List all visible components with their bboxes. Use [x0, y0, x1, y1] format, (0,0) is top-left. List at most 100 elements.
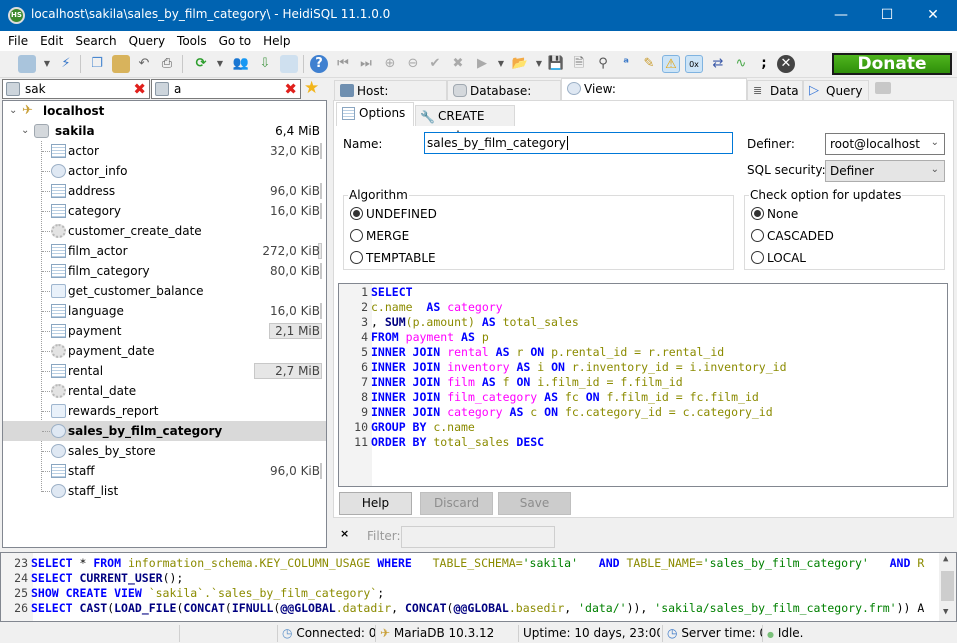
first-record-icon[interactable]: ⏮ [334, 55, 352, 73]
radio-merge[interactable]: MERGE [350, 229, 409, 243]
menu-search[interactable]: Search [69, 31, 122, 51]
user-manager-icon[interactable]: 👥 [232, 55, 250, 73]
radio-local[interactable]: LOCAL [751, 251, 806, 265]
minimize-button[interactable]: — [818, 0, 864, 31]
delimiter-icon[interactable]: ; [755, 55, 773, 73]
menu-query[interactable]: Query [123, 31, 171, 51]
export-icon[interactable] [280, 55, 298, 73]
scroll-thumb[interactable] [941, 571, 954, 601]
tree-item[interactable]: customer_create_date [3, 221, 326, 241]
subtab-options[interactable]: Options [336, 102, 414, 126]
sql-editor[interactable]: 1 SELECT 2 c.name AS category 3, SUM(p.amoun… [338, 283, 948, 487]
tree-item[interactable]: actor 32,0 KiB [3, 141, 326, 161]
tree-item[interactable]: film_actor 272,0 KiB [3, 241, 326, 261]
last-record-icon[interactable]: ⏭ [357, 55, 375, 73]
cancel-record-icon[interactable]: ✖ [449, 55, 467, 73]
explain-icon[interactable]: ∿ [732, 55, 750, 73]
insert-record-icon[interactable]: ⊕ [381, 55, 399, 73]
tree-item[interactable]: sales_by_store [3, 441, 326, 461]
tree-item[interactable]: actor_info [3, 161, 326, 181]
tree-item[interactable]: language 16,0 KiB [3, 301, 326, 321]
find-icon[interactable]: ⚲ [594, 55, 612, 73]
stop-query-icon[interactable]: ✕ [777, 55, 795, 73]
tree-item[interactable]: address 96,0 KiB [3, 181, 326, 201]
database-filter-input[interactable]: sak [25, 82, 46, 96]
tree-item[interactable]: category 16,0 KiB [3, 201, 326, 221]
radio-temptable[interactable]: TEMPTABLE [350, 251, 436, 265]
session-dropdown-icon[interactable]: ▼ [38, 55, 56, 73]
refresh-dropdown-icon[interactable]: ▼ [211, 55, 229, 73]
undo-icon[interactable]: ↶ [135, 55, 153, 73]
expand-chevron-icon[interactable]: ⌄ [9, 101, 17, 121]
tree-item[interactable]: payment 2,1 MiB [3, 321, 326, 341]
donate-button[interactable]: Donate [832, 53, 952, 75]
disconnect-icon[interactable]: ⚡ [57, 55, 75, 73]
tree-item[interactable]: staff_list [3, 481, 326, 501]
save-button[interactable]: Save [498, 492, 571, 515]
menu-tools[interactable]: Tools [171, 31, 213, 51]
print-icon[interactable]: ⎙ [158, 55, 176, 73]
tree-node-sakila[interactable]: ⌄ sakila 6,4 MiB [3, 121, 326, 141]
definer-select[interactable]: root@localhost ⌄ [825, 133, 945, 155]
new-query-tab-icon[interactable] [875, 82, 891, 94]
help-icon[interactable]: ? [310, 55, 328, 73]
scroll-down-icon[interactable]: ▼ [943, 607, 948, 617]
expand-chevron-icon[interactable]: ⌄ [21, 121, 29, 141]
save-snippet-icon[interactable]: 🗎 [570, 55, 588, 73]
database-tree[interactable]: ⌄ ✈ localhost ⌄ sakila 6,4 MiB actor 32,0… [2, 100, 327, 548]
replace-icon[interactable]: ᵃ [617, 55, 635, 73]
execute-dropdown-icon[interactable]: ▼ [492, 55, 510, 73]
favorites-star-icon[interactable]: ★ [304, 78, 319, 98]
wrap-icon[interactable]: ⇄ [709, 55, 727, 73]
tab-database[interactable]: Database: sakila [447, 80, 561, 118]
subtab-create-code[interactable]: 🔧 CREATE code [415, 105, 515, 143]
delete-record-icon[interactable]: ⊖ [404, 55, 422, 73]
filter-input[interactable] [401, 526, 555, 548]
database-filter[interactable]: sak ✖ [2, 79, 150, 99]
radio-cascaded[interactable]: CASCADED [751, 229, 834, 243]
tab-data[interactable]: ≣ Data [747, 80, 803, 100]
close-filter-icon[interactable]: × [340, 527, 349, 540]
help-button[interactable]: Help [339, 492, 412, 515]
stop-on-error-icon[interactable]: ⚠ [662, 55, 680, 73]
scroll-up-icon[interactable]: ▲ [943, 554, 948, 564]
tree-item[interactable]: film_category 80,0 KiB [3, 261, 326, 281]
refresh-icon[interactable]: ⟳ [192, 55, 210, 73]
session-manager-icon[interactable] [18, 55, 36, 73]
paste-icon[interactable] [112, 55, 130, 73]
table-filter-input[interactable]: a [174, 82, 181, 96]
load-dropdown-icon[interactable]: ▼ [530, 55, 548, 73]
menu-edit[interactable]: Edit [34, 31, 69, 51]
reformat-icon[interactable]: ✎ [640, 55, 658, 73]
menu-help[interactable]: Help [257, 31, 296, 51]
load-sql-icon[interactable]: 📂 [511, 55, 529, 73]
sql-security-select[interactable]: Definer ⌄ [825, 160, 945, 182]
menu-file[interactable]: File [2, 31, 34, 51]
radio-undefined[interactable]: UNDEFINED [350, 207, 437, 221]
maximize-button[interactable]: ☐ [864, 0, 910, 31]
tab-view[interactable]: View: sales_by_film_category [561, 78, 747, 116]
tree-item[interactable]: rewards_report [3, 401, 326, 421]
menu-goto[interactable]: Go to [213, 31, 258, 51]
sql-log[interactable]: 23 SELECT * FROM information_schema.KEY_C… [0, 552, 957, 622]
log-scrollbar[interactable]: ▲ ▼ [939, 553, 956, 621]
tree-item[interactable]: payment_date [3, 341, 326, 361]
execute-icon[interactable]: ▶ [473, 55, 491, 73]
table-filter[interactable]: a ✖ [151, 79, 301, 99]
clear-database-filter-icon[interactable]: ✖ [133, 80, 146, 98]
tree-node-localhost[interactable]: ⌄ ✈ localhost [3, 101, 326, 121]
radio-none[interactable]: None [751, 207, 798, 221]
copy-icon[interactable]: ❐ [88, 55, 106, 73]
tree-item[interactable]: rental 2,7 MiB [3, 361, 326, 381]
save-sql-icon[interactable]: 💾 [547, 55, 565, 73]
post-record-icon[interactable]: ✔ [426, 55, 444, 73]
close-button[interactable]: ✕ [910, 0, 956, 31]
tree-item[interactable]: rental_date [3, 381, 326, 401]
name-input[interactable]: sales_by_film_category [424, 132, 733, 154]
discard-button[interactable]: Discard [420, 492, 493, 515]
import-icon[interactable]: ⇩ [256, 55, 274, 73]
tab-host[interactable]: Host: 127.0.0.1 [334, 80, 447, 118]
blob-hex-icon[interactable]: 0x [685, 55, 703, 73]
tree-item[interactable]: get_customer_balance [3, 281, 326, 301]
clear-table-filter-icon[interactable]: ✖ [284, 80, 297, 98]
